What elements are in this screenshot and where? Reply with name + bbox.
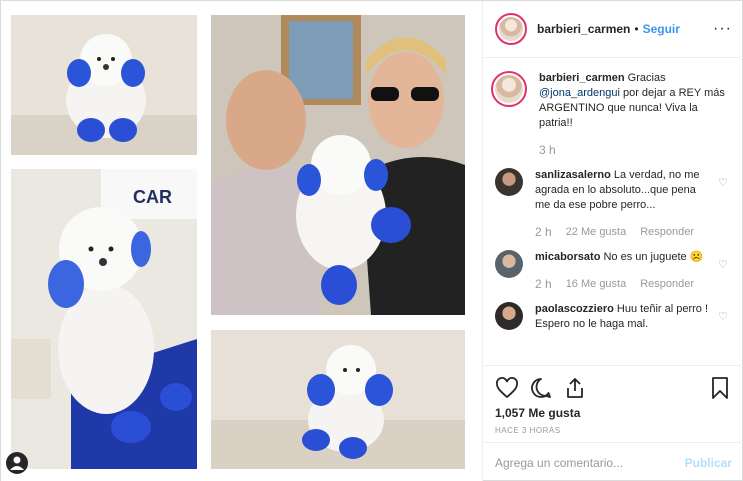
comment-time[interactable]: 2 h — [535, 225, 552, 240]
separator: • — [634, 22, 639, 36]
like-comment-icon[interactable]: ♡ — [718, 250, 732, 292]
avatar[interactable] — [495, 168, 523, 196]
reply-button[interactable]: Responder — [640, 277, 694, 292]
comment-text: No es un juguete ☹️ — [600, 251, 704, 263]
list-item: sanlizasalerno La verdad, no me agrada e… — [495, 168, 732, 240]
photo-selfie — [211, 15, 465, 315]
follow-button[interactable]: Seguir — [643, 22, 680, 36]
photo-dog-sofa — [11, 15, 197, 155]
header-username[interactable]: barbieri_carmen — [537, 22, 630, 36]
caption: barbieri_carmen Gracias @jona_ardengui p… — [491, 71, 732, 158]
photo-dog-sitting: CAR — [11, 169, 197, 469]
reply-button[interactable]: Responder — [640, 225, 694, 240]
list-item: paolascozziero Huu teñir al perro ! Espe… — [495, 302, 732, 332]
like-comment-icon[interactable]: ♡ — [718, 168, 732, 240]
instagram-post: CAR barbieri_carmen • Seguir ··· barbier… — [0, 0, 743, 481]
publish-button[interactable]: Publicar — [685, 456, 732, 470]
list-item: micaborsato No es un juguete ☹️ 2 h 16 M… — [495, 250, 732, 292]
caption-time[interactable]: 3 h — [539, 143, 556, 158]
post-header: barbieri_carmen • Seguir ··· — [483, 1, 743, 58]
avatar[interactable] — [495, 302, 523, 330]
person-icon[interactable] — [6, 452, 28, 474]
add-comment-bar: Publicar — [483, 442, 743, 481]
avatar[interactable] — [491, 71, 527, 107]
comment-username[interactable]: sanlizasalerno — [535, 169, 611, 181]
caption-mention[interactable]: @jona_ardengui — [539, 87, 620, 99]
comment-time[interactable]: 2 h — [535, 277, 552, 292]
photo-dog-couch — [211, 330, 465, 469]
heart-icon[interactable] — [495, 376, 519, 400]
avatar[interactable] — [495, 250, 523, 278]
share-icon[interactable] — [563, 376, 587, 400]
post-actions: 1,057 Me gusta HACE 3 HORAS — [483, 365, 743, 435]
comment-icon[interactable] — [529, 376, 553, 400]
caption-username[interactable]: barbieri_carmen — [539, 72, 625, 84]
more-options-icon[interactable]: ··· — [713, 20, 732, 38]
comment-input[interactable] — [495, 455, 685, 470]
avatar[interactable] — [495, 13, 527, 45]
comment-username[interactable]: paolascozziero — [535, 303, 614, 315]
image-text: CAR — [133, 187, 172, 207]
post-image[interactable]: CAR — [1, 1, 482, 481]
comment-username[interactable]: micaborsato — [535, 251, 600, 263]
comment-likes[interactable]: 16 Me gusta — [566, 277, 627, 292]
post-sidebar: barbieri_carmen • Seguir ··· barbieri_ca… — [482, 1, 743, 481]
comment-likes[interactable]: 22 Me gusta — [566, 225, 627, 240]
caption-text: Gracias — [624, 72, 666, 84]
comments-list[interactable]: barbieri_carmen Gracias @jona_ardengui p… — [483, 59, 743, 364]
likes-count[interactable]: 1,057 Me gusta — [495, 406, 732, 420]
like-comment-icon[interactable]: ♡ — [718, 302, 732, 332]
bookmark-icon[interactable] — [708, 376, 732, 400]
post-timestamp[interactable]: HACE 3 HORAS — [495, 426, 732, 435]
